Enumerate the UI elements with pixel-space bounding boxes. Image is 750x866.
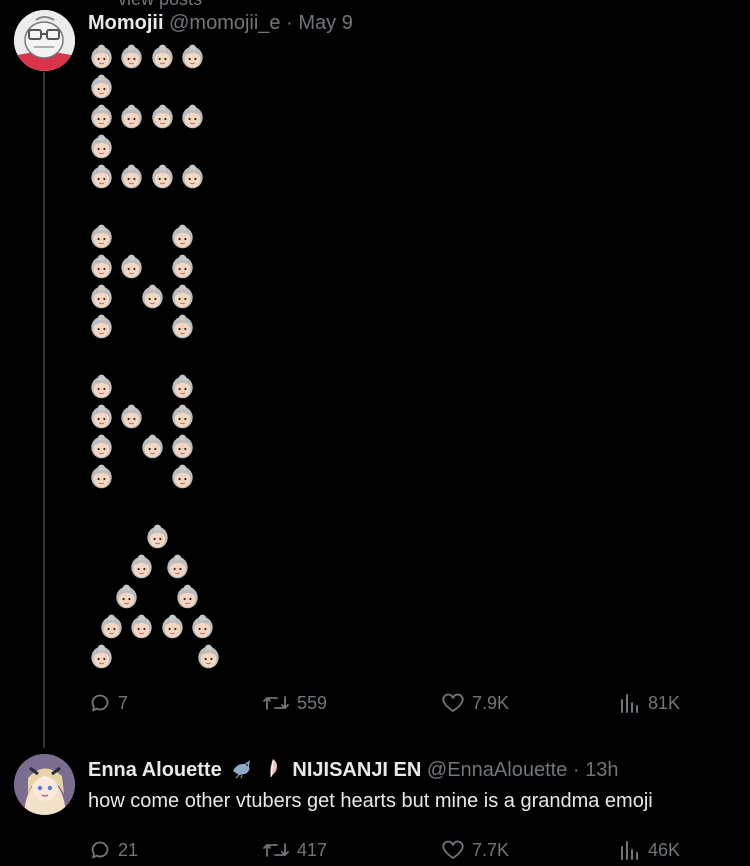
grandma-emoji-icon — [90, 74, 113, 99]
grandma-emoji-icon — [90, 224, 113, 249]
grandma-emoji-icon — [171, 254, 194, 279]
grandma-emoji-icon — [181, 44, 204, 69]
heart-icon — [442, 840, 464, 859]
tweet-header: Momojii @momojii_e · May 9 — [88, 11, 353, 35]
tweet-action-bar: 21 417 7.7K 46K — [88, 838, 708, 866]
grandma-emoji-icon — [130, 614, 153, 639]
thread-connector-line — [43, 72, 45, 748]
grandma-emoji-icon — [171, 374, 194, 399]
grandma-emoji-icon — [90, 254, 113, 279]
grandma-emoji-icon — [181, 104, 204, 129]
repost-button[interactable]: 417 — [261, 838, 327, 862]
tweet-text: how come other vtubers get hearts but mi… — [88, 790, 653, 812]
like-button[interactable]: 7.9K — [440, 691, 509, 715]
grandma-emoji-icon — [115, 584, 138, 609]
separator-dot: · — [572, 759, 580, 781]
grandma-emoji-icon — [146, 524, 169, 549]
avatar[interactable] — [14, 754, 75, 815]
reply-icon — [91, 841, 109, 859]
grandma-emoji-icon — [90, 284, 113, 309]
grandma-emoji-icon — [171, 464, 194, 489]
reply-button[interactable]: 21 — [88, 838, 138, 862]
grandma-emoji-icon — [90, 314, 113, 339]
grandma-emoji-icon — [90, 434, 113, 459]
grandma-emoji-icon — [120, 164, 143, 189]
author-handle[interactable]: @momojii_e — [169, 12, 280, 34]
grandma-emoji-icon — [90, 104, 113, 129]
grandma-emoji-icon — [191, 614, 214, 639]
grandma-emoji-icon — [120, 254, 143, 279]
grandma-emoji-icon — [90, 164, 113, 189]
grandma-emoji-icon — [90, 404, 113, 429]
like-button[interactable]: 7.7K — [440, 838, 509, 862]
previous-view-posts-label: view posts — [118, 0, 202, 10]
grandma-emoji-icon — [90, 644, 113, 669]
views-chart-icon — [621, 694, 638, 713]
grandma-emoji-icon — [161, 614, 184, 639]
grandma-emoji-icon — [171, 434, 194, 459]
repost-count: 417 — [297, 839, 328, 860]
grandma-emoji-icon — [171, 314, 194, 339]
repost-button[interactable]: 559 — [261, 691, 327, 715]
heart-icon — [442, 693, 464, 712]
grandma-emoji-icon — [120, 104, 143, 129]
grandma-emoji-icon — [130, 554, 153, 579]
grandma-emoji-icon — [120, 404, 143, 429]
grandma-emoji-icon — [171, 224, 194, 249]
grandma-emoji-icon — [120, 44, 143, 69]
repost-icon — [263, 696, 289, 710]
reply-count: 21 — [118, 839, 139, 860]
author-name[interactable]: Enna Alouette — [88, 759, 222, 781]
grandma-emoji-icon — [90, 44, 113, 69]
grandma-emoji-icon — [176, 584, 199, 609]
author-handle[interactable]: @EnnaAlouette — [427, 759, 567, 781]
grandma-emoji-icon — [197, 644, 220, 669]
repost-icon — [263, 843, 289, 857]
grandma-emoji-icon — [151, 164, 174, 189]
separator-dot: · — [286, 12, 293, 34]
grandma-emoji-icon — [90, 134, 113, 159]
grandma-emoji-icon — [181, 164, 204, 189]
grandma-emoji-icon — [141, 434, 164, 459]
grandma-emoji-icon — [151, 44, 174, 69]
views-button[interactable]: 46K — [618, 838, 680, 862]
bird-icon — [231, 757, 255, 779]
tweet-action-bar: 7 559 7.9K 81K — [88, 691, 708, 719]
views-chart-icon — [621, 841, 638, 860]
grandma-emoji-icon — [90, 464, 113, 489]
like-count: 7.9K — [472, 692, 510, 713]
post-timestamp[interactable]: 13h — [585, 759, 618, 781]
grandma-emoji-icon — [166, 554, 189, 579]
reply-button[interactable]: 7 — [88, 691, 128, 715]
grandma-emoji-icon — [171, 404, 194, 429]
affiliation-label[interactable]: NIJISANJI EN — [292, 759, 421, 781]
view-count: 46K — [648, 839, 681, 860]
grandma-emoji-icon — [171, 284, 194, 309]
grandma-emoji-icon — [90, 374, 113, 399]
grandma-emoji-icon — [100, 614, 123, 639]
view-count: 81K — [648, 692, 681, 713]
grandma-emoji-icon — [151, 104, 174, 129]
tweet-header: Enna Alouette NIJISANJI EN @EnnaAlouette… — [88, 757, 618, 782]
author-name[interactable]: Momojii — [88, 12, 164, 34]
post-timestamp[interactable]: May 9 — [298, 12, 352, 34]
reply-icon — [91, 694, 109, 712]
grandma-emoji-icon — [141, 284, 164, 309]
repost-count: 559 — [297, 692, 328, 713]
views-button[interactable]: 81K — [618, 691, 680, 715]
feather-icon — [265, 757, 281, 779]
reply-count: 7 — [118, 692, 129, 713]
avatar[interactable] — [14, 10, 75, 71]
like-count: 7.7K — [472, 839, 510, 860]
